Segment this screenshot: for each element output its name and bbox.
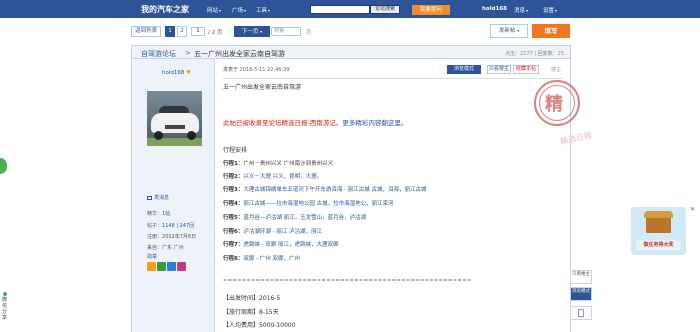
author-panel: hold168 ♥ 发消息 精华：1帖 帖子：1148 | 247回 注册：20… [131,59,215,332]
itinerary-day: 行程3：大理古城锦绣单车五道河下午开车游洱海 - 丽江古城 古城，洱海，丽江古城 [223,187,427,193]
ask-question-button[interactable]: 我要提问 [412,5,450,15]
send-message-button[interactable]: 发消息 [147,194,169,201]
collect-button[interactable]: 收藏本帖 [513,65,539,74]
medal-icon[interactable] [157,262,166,271]
chevron-down-icon: ▾ [219,8,222,13]
author-name[interactable]: hold168 ♥ [162,70,191,76]
badges-label: 勋章 [147,254,158,260]
post-body: 发表于 2016-5-11 22:46:39 浏览模式 只看楼主 收藏本帖 楼主… [215,59,571,332]
author-stat-essence: 精华：1帖 [147,211,171,217]
avatar[interactable] [147,91,202,146]
divider [223,78,563,79]
nav-tools[interactable]: 工具▾ [256,6,270,14]
itinerary-day: 行程7：虎跳峡 - 双廊 丽江，虎跳峡，大理双廊 [223,242,339,248]
chevron-down-icon: ▾ [260,29,263,34]
page-number-input[interactable]: 1 [191,27,205,36]
itinerary-title: 行程安排 [223,147,248,154]
top-navbar: 我的汽车之家 网站▾ 广场▾ 工具▾ 论坛搜索 我要提问 hold168 消息▾… [0,0,700,18]
breadcrumb-forum[interactable]: 自驾游论坛 [141,49,176,59]
floor-label: 楼主 [551,67,562,73]
chevron-down-icon: ▾ [517,28,520,33]
task-reward-ad[interactable]: 做任务得大奖 [631,207,686,255]
nav-site[interactable]: 网站▾ [207,6,221,14]
nav-square[interactable]: 广场▾ [232,6,246,14]
chevron-down-icon: ▾ [526,8,529,13]
medal-icon[interactable] [177,262,186,271]
post-time: 发表于 2016-5-11 22:46:39 [223,67,290,73]
document-icon [578,309,584,317]
mail-icon [147,195,152,200]
page-total: / 2 页 [208,30,223,36]
author-stat-location: 来自：广东 广州 [147,245,184,251]
page-1-button[interactable]: 1 [165,26,175,37]
post-heading: 五一广州出发全家云南自驾游 [223,84,302,91]
medal-list [147,262,187,274]
settings-menu[interactable]: 设置▾ [543,6,557,14]
browse-mode-button[interactable]: 浏览模式 [447,65,481,74]
itinerary-day: 行程2：兴义－大理 兴义，昆明，大理。 [223,174,323,180]
side-browse-mode-button[interactable]: 浏览模式 [570,287,592,301]
featured-stamp: 精 [534,80,580,126]
new-post-button[interactable]: 发新帖 ▾ [490,24,528,38]
separator-line: ========================================… [223,278,472,284]
side-author-only-button[interactable]: 只看楼主 [570,270,592,284]
featured-notice: 此帖已被收录至论坛精选日报-西南游记。更多精彩内容翻这里。 [223,119,408,127]
brand-logo[interactable]: 我的汽车之家 [141,4,189,15]
feedback-tab[interactable] [0,158,7,174]
wechat-icon [2,292,7,296]
itinerary-day: 行程5：蓝月谷—泸沽湖 丽江，玉龙雪山，蓝月谷，泸沽湖 [223,215,367,221]
side-page-icon[interactable] [570,306,592,320]
itinerary-day: 行程8：双廊 - 广州 双廊，广州 [223,256,301,262]
thread-title: 五一广州出发全家云南自驾游 [194,50,285,58]
page-2-button[interactable]: 2 [177,26,187,37]
thread-stats: 点击：2177 | 回复数：25 [505,51,564,57]
author-only-button[interactable]: 只看楼主 [487,65,511,74]
trip-info: 【出发时间】2016-5 [223,295,281,302]
reply-button[interactable]: 填写 [532,24,570,38]
itinerary-day: 行程4：丽江古城——拉市海湿地公园 古城，拉市海湿地公，丽江束河 [223,201,394,207]
share-tab[interactable]: 微信分享 [0,292,9,332]
trip-info: 【旅行周期】8-15天 [223,309,279,316]
author-stat-posts: 帖子：1148 | 247回 [147,223,195,229]
goto-page-suffix: 页 [306,30,312,36]
trip-info: 【人均费用】5000-10000 [223,322,296,329]
chevron-down-icon: ▾ [268,8,271,13]
medal-icon[interactable] [147,262,156,271]
chevron-down-icon: ▾ [555,8,558,13]
username-link[interactable]: hold168 [482,6,507,12]
author-stat-registered: 注册：2012年7月8日 [147,234,197,240]
messages-menu[interactable]: 消息▾ [514,6,528,14]
chevron-down-icon: ▾ [244,8,247,13]
itinerary-day: 行程1：广州－贵州兴义 广州南沙到贵州兴义 [223,161,334,167]
back-to-list-button[interactable]: 返回列表 [131,26,161,37]
forum-search-button[interactable]: 论坛搜索 [370,5,400,14]
itinerary-day: 行程6：泸沽湖环湖 - 丽江 泸沽湖，丽江 [223,229,323,235]
next-page-button[interactable]: 下一页 ▾ [234,26,270,37]
goto-page-input[interactable]: 到第 [271,27,301,36]
breadcrumb-separator: > [185,49,191,57]
featured-link[interactable]: 更多精彩内容翻这里 [342,119,401,127]
forum-search-input[interactable] [310,5,370,14]
thread-title-bar: 自驾游论坛 > 五一广州出发全家云南自驾游 点击：2177 | 回复数：25 [131,45,571,59]
close-icon[interactable]: ✕ [690,206,695,213]
medal-icon[interactable] [167,262,176,271]
